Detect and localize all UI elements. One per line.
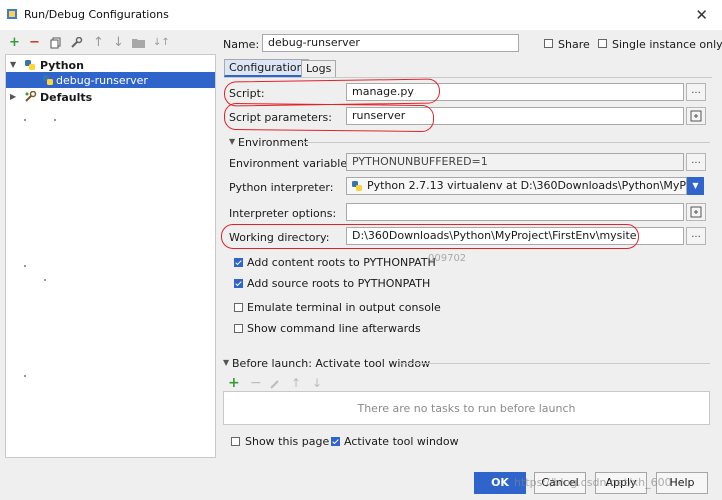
expand-params-button[interactable] xyxy=(686,107,706,125)
app-icon xyxy=(7,9,17,19)
add-source-roots-label: Add source roots to PYTHONPATH xyxy=(247,277,431,290)
config-tree: ▼ Python debug-runserver ▶ Defaults xyxy=(5,54,216,458)
defaults-icon xyxy=(25,91,37,102)
tree-item-python[interactable]: ▼ Python xyxy=(6,57,215,73)
interpreter-select[interactable]: Python 2.7.13 virtualenv at D:\360Downlo… xyxy=(346,177,687,195)
working-dir-browse-button[interactable]: ... xyxy=(686,227,706,245)
tree-item-defaults[interactable]: ▶ Defaults xyxy=(6,89,215,105)
expand-icon xyxy=(690,206,702,218)
dot-mark xyxy=(54,119,56,121)
share-label: Share xyxy=(558,38,590,51)
section-separator xyxy=(300,142,710,143)
watermark-url: https://blog.csdn.net/xh_600 xyxy=(514,476,672,489)
interpreter-options-label: Interpreter options: xyxy=(229,207,337,220)
collapse-icon[interactable]: ▼ xyxy=(229,137,235,146)
activate-tool-window-label: Activate tool window xyxy=(344,435,459,448)
dot-mark xyxy=(44,279,46,281)
section-separator xyxy=(400,363,710,364)
single-instance-label: Single instance only xyxy=(612,38,722,51)
move-task-down-icon[interactable]: ↓ xyxy=(312,376,322,390)
wrench-icon[interactable] xyxy=(70,37,83,49)
add-task-icon[interactable]: + xyxy=(228,375,240,391)
show-this-page-label: Show this page xyxy=(245,435,330,448)
move-task-up-icon[interactable]: ↑ xyxy=(291,376,301,390)
expand-options-button[interactable] xyxy=(686,203,706,221)
script-browse-button[interactable]: ... xyxy=(686,83,706,101)
show-command-line-checkbox[interactable] xyxy=(234,324,243,333)
annotation-outline xyxy=(223,102,435,133)
title-bar: Run/Debug Configurations ✕ xyxy=(0,0,722,30)
name-label: Name: xyxy=(223,38,260,51)
dot-mark xyxy=(24,119,26,121)
watermark-mark: 009702 xyxy=(428,253,467,264)
tree-item-label: debug-runserver xyxy=(56,74,148,87)
single-instance-checkbox[interactable] xyxy=(598,39,607,48)
remove-task-icon[interactable]: − xyxy=(250,375,262,391)
tab-separator xyxy=(224,77,712,78)
add-content-roots-label: Add content roots to PYTHONPATH xyxy=(247,256,436,269)
tab-configuration[interactable]: Configuration xyxy=(224,59,309,77)
interpreter-label: Python interpreter: xyxy=(229,181,334,194)
environment-section-title: Environment xyxy=(238,136,309,149)
interpreter-options-field[interactable] xyxy=(346,203,684,221)
name-field[interactable]: debug-runserver xyxy=(262,34,519,52)
tree-item-label: Python xyxy=(40,59,84,72)
window-title: Run/Debug Configurations xyxy=(24,8,169,21)
sort-icon[interactable]: ↓↑ xyxy=(153,36,170,50)
dot-mark xyxy=(24,265,26,267)
expand-icon xyxy=(690,110,702,122)
folder-icon[interactable] xyxy=(132,38,145,48)
add-icon[interactable]: + xyxy=(9,36,20,50)
show-this-page-checkbox[interactable] xyxy=(231,437,240,446)
show-command-line-label: Show command line afterwards xyxy=(247,322,421,335)
tab-logs[interactable]: Logs xyxy=(301,60,337,78)
add-source-roots-checkbox[interactable] xyxy=(234,279,243,288)
annotation-outline xyxy=(221,224,639,249)
python-icon xyxy=(25,60,35,70)
chevron-down-icon[interactable]: ▼ xyxy=(10,60,16,69)
dot-mark xyxy=(24,375,26,377)
collapse-icon[interactable]: ▼ xyxy=(223,358,229,367)
move-up-icon[interactable]: ↑ xyxy=(93,36,104,50)
activate-tool-window-checkbox[interactable] xyxy=(331,437,340,446)
before-launch-task-list: There are no tasks to run before launch xyxy=(223,391,710,425)
share-checkbox[interactable] xyxy=(544,39,553,48)
close-icon[interactable]: ✕ xyxy=(695,6,708,24)
edit-task-icon[interactable] xyxy=(270,379,280,389)
env-vars-browse-button[interactable]: ... xyxy=(686,153,706,171)
move-down-icon[interactable]: ↓ xyxy=(113,36,124,50)
remove-icon[interactable]: − xyxy=(29,36,40,50)
env-vars-label: Environment variables: xyxy=(229,157,357,170)
python-icon xyxy=(352,181,362,191)
emulate-terminal-checkbox[interactable] xyxy=(234,303,243,312)
tree-item-label: Defaults xyxy=(40,91,93,104)
run-debug-dialog: Run/Debug Configurations ✕ + − ↑ ↓ ↓↑ ▼ … xyxy=(0,0,722,500)
interpreter-value: Python 2.7.13 virtualenv at D:\360Downlo… xyxy=(367,179,686,192)
python-icon xyxy=(43,75,53,85)
chevron-right-icon[interactable]: ▶ xyxy=(10,92,16,101)
tree-item-debug-runserver[interactable]: debug-runserver xyxy=(6,72,215,88)
chevron-down-icon[interactable]: ▼ xyxy=(687,177,704,195)
env-vars-field[interactable]: PYTHONUNBUFFERED=1 xyxy=(346,153,684,171)
add-content-roots-checkbox[interactable] xyxy=(234,258,243,267)
copy-icon[interactable] xyxy=(50,37,62,49)
emulate-terminal-label: Emulate terminal in output console xyxy=(247,301,441,314)
empty-tasks-text: There are no tasks to run before launch xyxy=(357,402,576,415)
